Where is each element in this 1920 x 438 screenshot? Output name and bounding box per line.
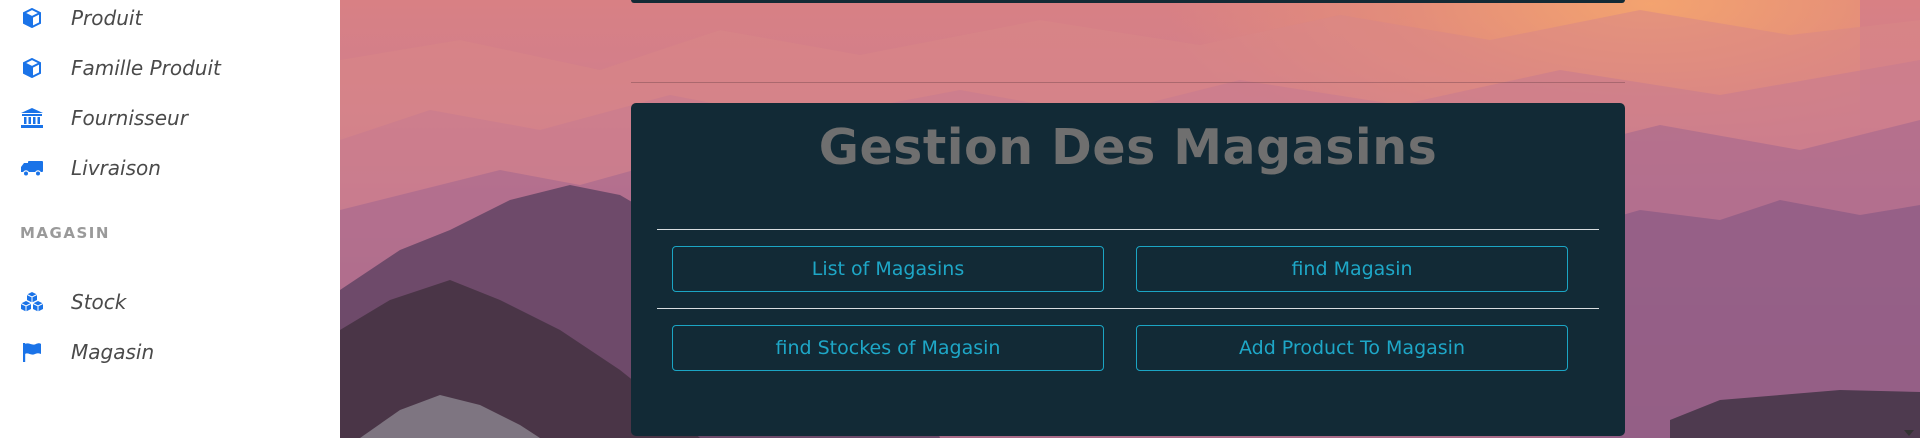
- sidebar-item-livraison[interactable]: Livraison: [0, 146, 340, 190]
- cube-icon: [20, 6, 44, 30]
- card-divider-top: [657, 229, 1599, 230]
- sidebar-item-label: Fournisseur: [71, 106, 188, 130]
- previous-card-edge: [631, 0, 1625, 3]
- flag-icon: [20, 340, 44, 364]
- bank-icon: [20, 106, 44, 130]
- sidebar-item-magasin[interactable]: Magasin: [0, 330, 340, 374]
- find-stocks-of-magasin-button[interactable]: find Stockes of Magasin: [672, 325, 1104, 371]
- find-magasin-button[interactable]: find Magasin: [1136, 246, 1568, 292]
- scrollbar-down-arrow[interactable]: [1904, 430, 1914, 436]
- add-product-to-magasin-button[interactable]: Add Product To Magasin: [1136, 325, 1568, 371]
- card-title: Gestion Des Magasins: [818, 119, 1438, 176]
- sidebar-item-stock[interactable]: Stock: [0, 280, 340, 324]
- sidebar: Produit Famille Produit Fournisseur Livr…: [0, 0, 340, 438]
- sidebar-item-produit[interactable]: Produit: [0, 0, 340, 40]
- sidebar-item-label: Stock: [71, 290, 127, 314]
- cubes-icon: [20, 290, 44, 314]
- list-magasins-button[interactable]: List of Magasins: [672, 246, 1104, 292]
- sidebar-item-label: Famille Produit: [71, 56, 221, 80]
- section-heading-magasin: MAGASIN: [20, 224, 110, 242]
- sidebar-item-label: Livraison: [71, 156, 161, 180]
- sidebar-item-famille-produit[interactable]: Famille Produit: [0, 46, 340, 90]
- truck-icon: [20, 156, 44, 180]
- sidebar-item-label: Produit: [71, 6, 143, 30]
- section-divider: [631, 82, 1625, 83]
- sidebar-item-label: Magasin: [71, 340, 155, 364]
- cube-icon: [20, 56, 44, 80]
- card-divider-middle: [657, 308, 1599, 309]
- magasin-management-card: Gestion Des Magasins List of Magasins fi…: [631, 103, 1625, 436]
- sidebar-item-fournisseur[interactable]: Fournisseur: [0, 96, 340, 140]
